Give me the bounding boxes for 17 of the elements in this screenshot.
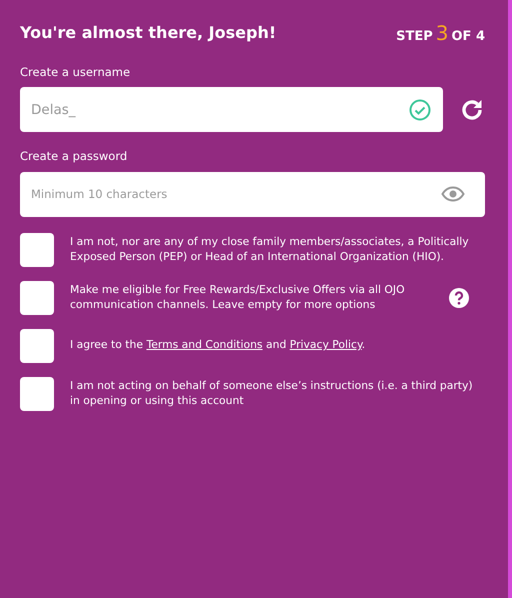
checkbox[interactable] [20,280,54,314]
page-title: You're almost there, Joseph! [20,23,276,43]
checkbox[interactable] [20,328,54,362]
checkbox[interactable] [20,232,54,266]
username-label: Create a username [20,64,132,81]
agreement-text: Make me eligible for Free Rewards/Exclusive Offers via all OJO communication channels. Leave empty for more options [70,282,406,312]
link[interactable]: Privacy Policy [290,338,362,352]
help-icon[interactable] [449,288,469,308]
step-indicator: STEP 3 OF 4 [396,20,485,47]
agreement-text: I am not acting on behalf of someone else’s instructions (i.e. a third party) in opening or using this account [70,378,474,408]
link[interactable]: Terms and Conditions [146,338,263,352]
password-label: Create a password [20,148,128,166]
agreement-text: I am not, nor are any of my close family members/associates, a Politically Exposed Person (PEP) or Head of an International Organization (HIO). [70,234,470,264]
password-field[interactable]: Minimum 10 characters [20,172,485,216]
checkbox[interactable] [20,376,54,410]
agreement-text: I agree to the Terms and Conditions and Privacy Policy. [70,338,366,353]
eye-icon[interactable] [441,186,465,202]
